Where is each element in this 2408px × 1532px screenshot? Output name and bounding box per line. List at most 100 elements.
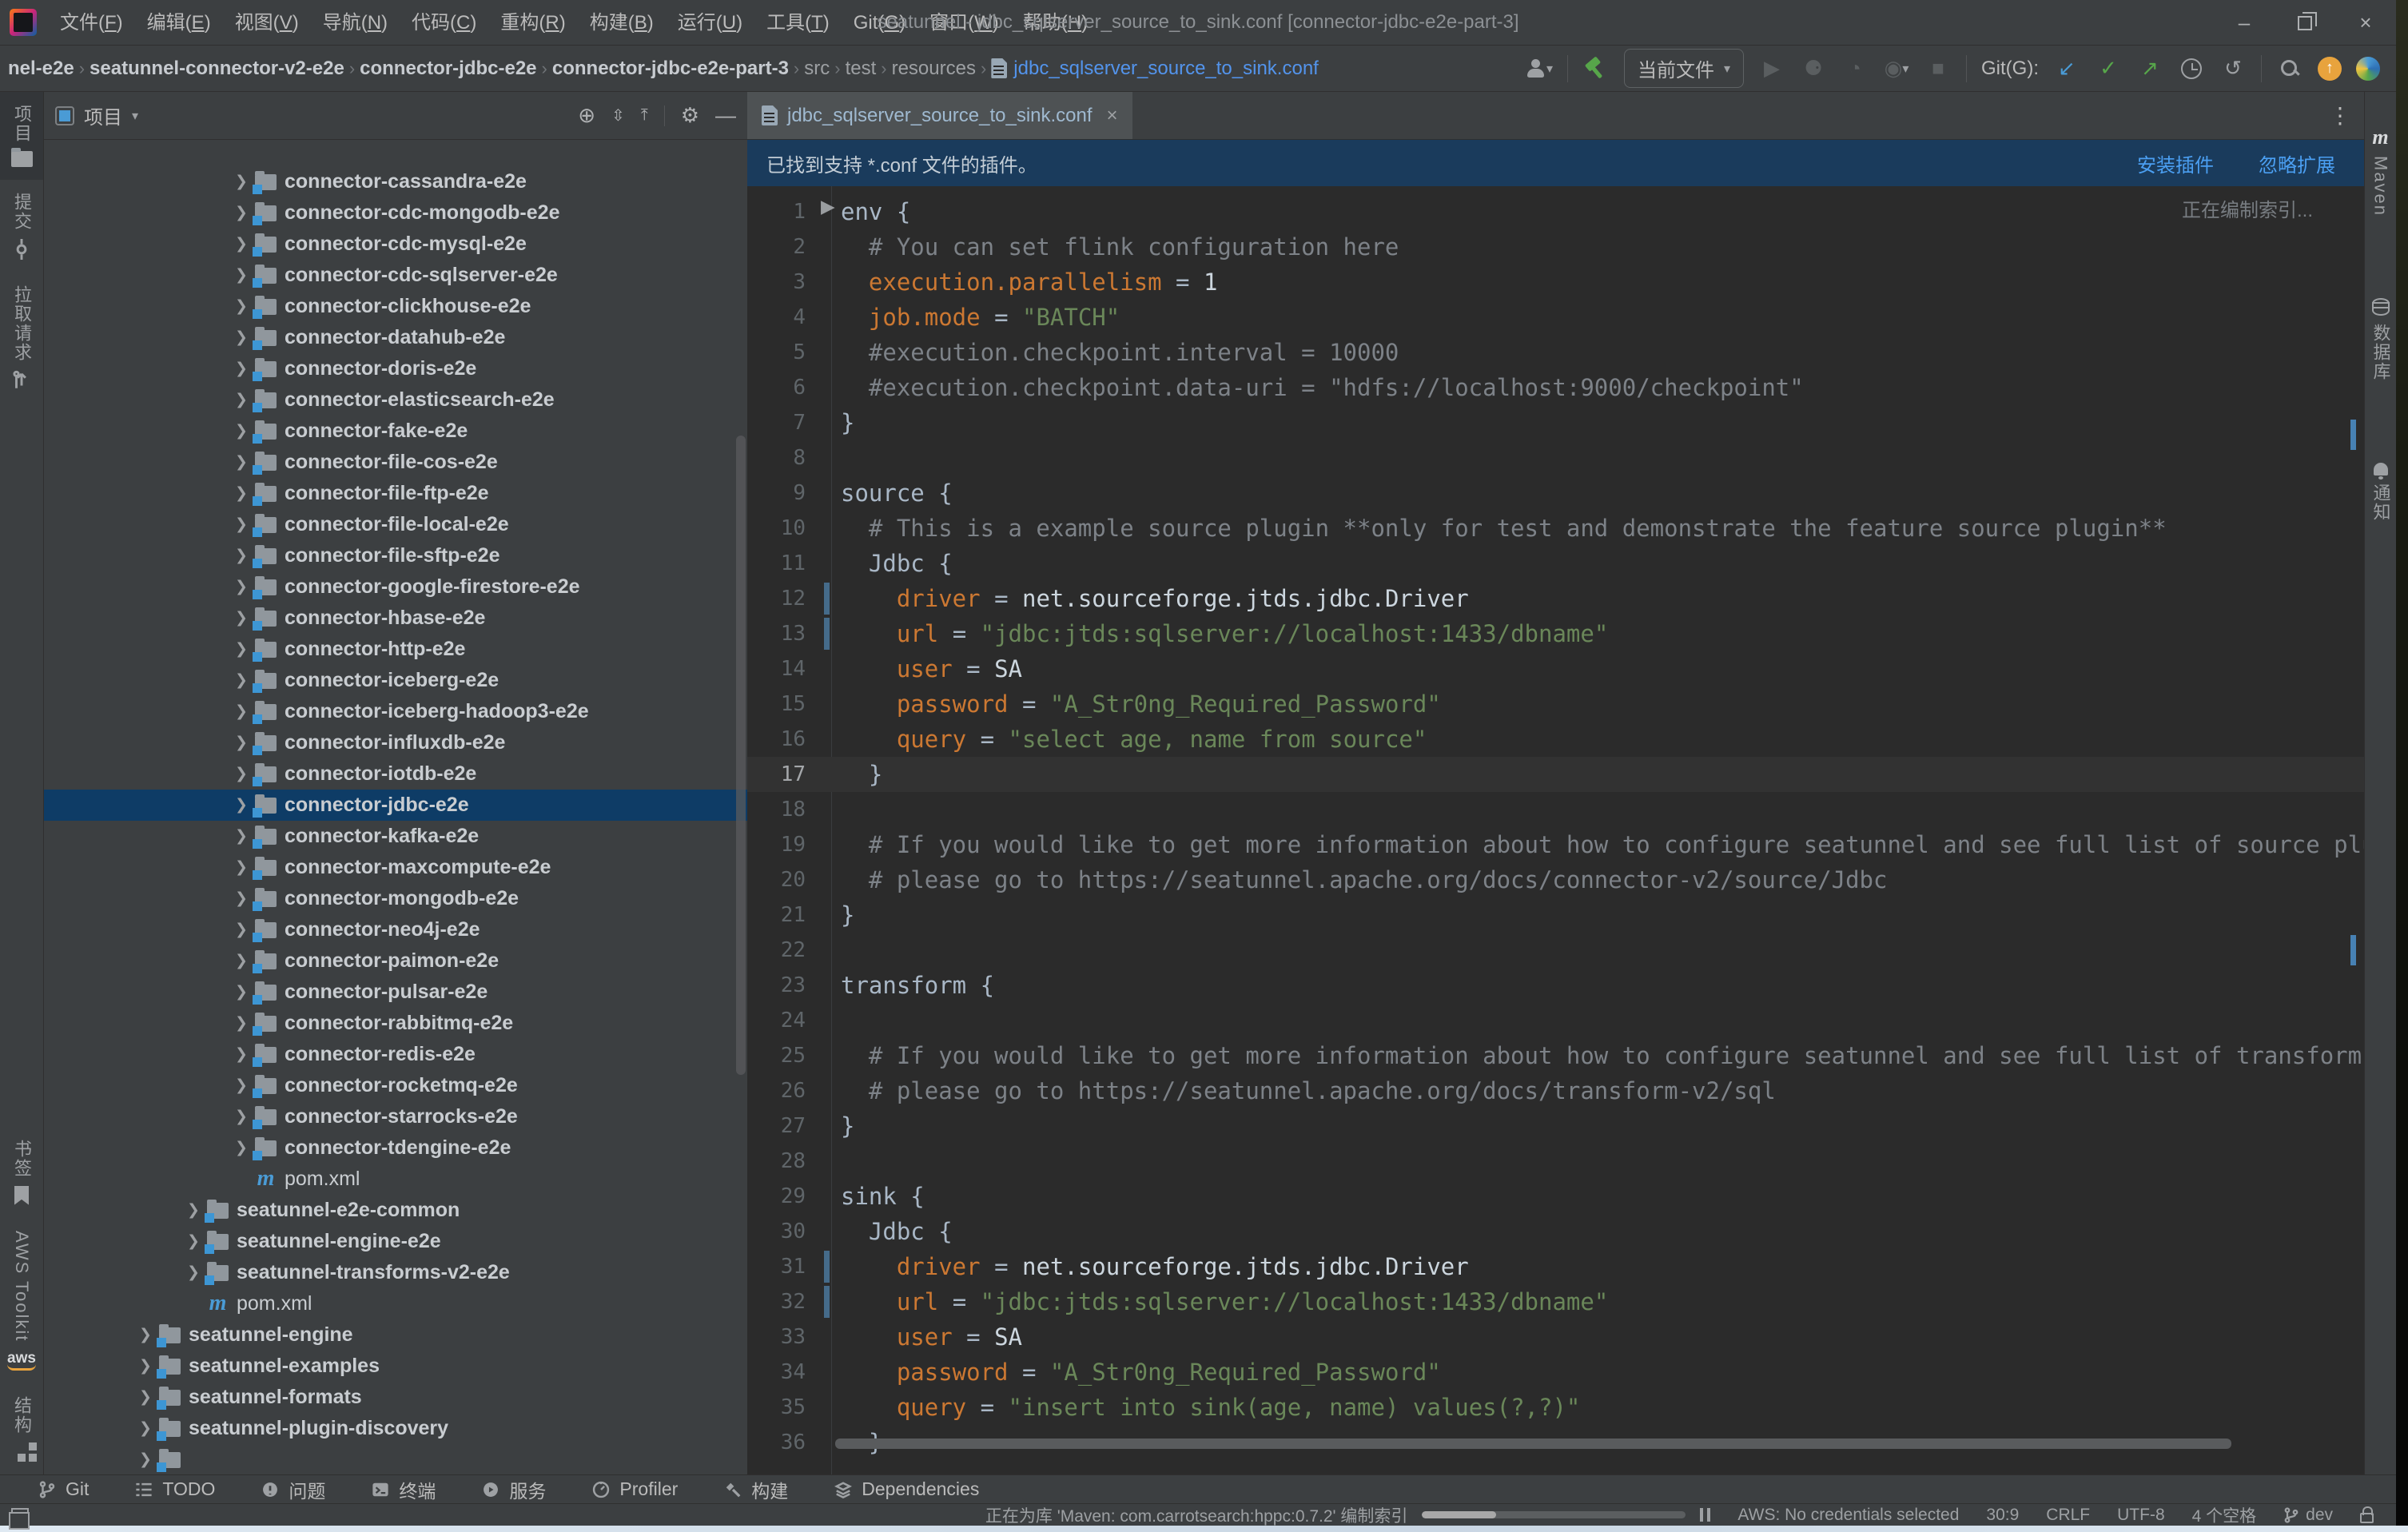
code-line-33[interactable]: 33 user = SA	[747, 1319, 2364, 1355]
line-separator[interactable]: CRLF	[2046, 1506, 2090, 1525]
chevron-right-icon[interactable]: ❯	[228, 640, 255, 659]
build-hammer-button[interactable]	[1582, 55, 1610, 82]
tree-item-connector-tdengine-e2e[interactable]: ❯connector-tdengine-e2e	[44, 1132, 747, 1164]
chevron-right-icon[interactable]: ❯	[228, 360, 255, 378]
chevron-right-icon[interactable]: ❯	[228, 1076, 255, 1095]
code-line-15[interactable]: 15 password = "A_Str0ng_Required_Passwor…	[747, 686, 2364, 722]
tool-stripe-button-maven-m[interactable]: mMaven	[2365, 116, 2396, 229]
tree-item-partial[interactable]: ❯	[44, 1444, 747, 1474]
tree-item-seatunnel-plugin-discovery[interactable]: ❯seatunnel-plugin-discovery	[44, 1413, 747, 1444]
tool-stripe-button-project-folder[interactable]: 项目	[0, 92, 43, 180]
toolwindow-button-profiler[interactable]: Profiler	[592, 1478, 678, 1500]
chevron-right-icon[interactable]: ❯	[228, 484, 255, 503]
chevron-right-icon[interactable]: ❯	[132, 1388, 159, 1407]
menu-item-f[interactable]: 文件(F)	[48, 0, 135, 46]
chevron-right-icon[interactable]: ❯	[228, 1014, 255, 1033]
code-line-2[interactable]: 2 # You can set flink configuration here	[747, 229, 2364, 265]
coverage-button[interactable]: ◉▾	[1883, 55, 1910, 82]
tree-item-connector-fake-e2e[interactable]: ❯connector-fake-e2e	[44, 416, 747, 447]
chevron-right-icon[interactable]: ❯	[132, 1419, 159, 1438]
chevron-right-icon[interactable]: ❯	[228, 1045, 255, 1064]
code-line-20[interactable]: 20 # please go to https://seatunnel.apac…	[747, 862, 2364, 897]
tree-item-connector-http-e2e[interactable]: ❯connector-http-e2e	[44, 634, 747, 665]
tab-options-icon[interactable]: ⋮	[2329, 102, 2364, 129]
tree-item-connector-pulsar-e2e[interactable]: ❯connector-pulsar-e2e	[44, 977, 747, 1008]
menu-item-v[interactable]: 视图(V)	[223, 0, 311, 46]
breadcrumb-item[interactable]: resources	[889, 58, 979, 80]
tool-stripe-button-database[interactable]: 数据库	[2365, 285, 2396, 394]
error-stripe-mark[interactable]	[2350, 420, 2356, 450]
code-line-4[interactable]: 4 job.mode = "BATCH"	[747, 300, 2364, 335]
chevron-right-icon[interactable]: ❯	[228, 422, 255, 440]
chevron-right-icon[interactable]: ❯	[228, 578, 255, 596]
tree-item-connector-iceberg-hadoop3-e2e[interactable]: ❯connector-iceberg-hadoop3-e2e	[44, 696, 747, 727]
chevron-right-icon[interactable]: ❯	[228, 952, 255, 970]
breadcrumb-item[interactable]: src	[801, 58, 833, 80]
error-stripe-mark[interactable]	[2350, 935, 2356, 965]
locate-file-button[interactable]: ⊕	[578, 103, 595, 128]
user-dropdown-button[interactable]: ▾	[1526, 55, 1553, 82]
chevron-right-icon[interactable]: ❯	[132, 1357, 159, 1375]
tree-item-seatunnel-examples[interactable]: ❯seatunnel-examples	[44, 1351, 747, 1382]
chevron-right-icon[interactable]: ❯	[228, 297, 255, 316]
tool-stripe-button-structure[interactable]: 结构	[0, 1383, 43, 1474]
chevron-right-icon[interactable]: ❯	[180, 1263, 207, 1282]
tree-item-connector-file-cos-e2e[interactable]: ❯connector-file-cos-e2e	[44, 447, 747, 478]
chevron-right-icon[interactable]: ❯	[180, 1232, 207, 1251]
close-tab-icon[interactable]: ×	[1102, 105, 1118, 127]
tree-item-seatunnel-formats[interactable]: ❯seatunnel-formats	[44, 1382, 747, 1413]
tree-item-connector-rocketmq-e2e[interactable]: ❯connector-rocketmq-e2e	[44, 1070, 747, 1101]
search-everywhere-button[interactable]	[2276, 55, 2303, 82]
chevron-right-icon[interactable]: ❯	[228, 609, 255, 627]
code-line-6[interactable]: 6 #execution.checkpoint.data-uri = "hdfs…	[747, 370, 2364, 405]
tree-item-connector-hbase-e2e[interactable]: ❯connector-hbase-e2e	[44, 603, 747, 634]
chevron-right-icon[interactable]: ❯	[228, 702, 255, 721]
tool-stripe-button-bookmark[interactable]: 书签	[0, 1127, 43, 1218]
tree-item-connector-datahub-e2e[interactable]: ❯connector-datahub-e2e	[44, 322, 747, 353]
tree-item-connector-file-sftp-e2e[interactable]: ❯connector-file-sftp-e2e	[44, 540, 747, 571]
tool-stripe-button-aws-logo[interactable]: AWS Toolkitaws	[0, 1218, 43, 1383]
code-line-13[interactable]: 13 url = "jdbc:jtds:sqlserver://localhos…	[747, 616, 2364, 651]
tree-item-connector-cdc-mongodb-e2e[interactable]: ❯connector-cdc-mongodb-e2e	[44, 197, 747, 229]
code-line-23[interactable]: 23transform {	[747, 968, 2364, 1003]
tree-item-connector-iceberg-e2e[interactable]: ❯connector-iceberg-e2e	[44, 665, 747, 696]
chevron-right-icon[interactable]: ❯	[228, 983, 255, 1001]
toolwindow-button-todo[interactable]: TODO	[135, 1478, 215, 1500]
tool-stripe-button-commit-node[interactable]: 提交	[0, 180, 43, 273]
git-update-button[interactable]: ↙	[2053, 55, 2080, 82]
toolwindow-button-终端[interactable]: 终端	[372, 1476, 436, 1503]
chevron-right-icon[interactable]: ❯	[228, 328, 255, 347]
git-branch-widget[interactable]: dev	[2283, 1506, 2333, 1525]
file-encoding[interactable]: UTF-8	[2117, 1506, 2165, 1525]
chevron-right-icon[interactable]: ❯	[228, 796, 255, 814]
tree-item-connector-elasticsearch-e2e[interactable]: ❯connector-elasticsearch-e2e	[44, 384, 747, 416]
breadcrumb-item[interactable]: nel-e2e	[5, 58, 78, 80]
install-plugins-link[interactable]: 安装插件	[2137, 149, 2214, 177]
chevron-right-icon[interactable]: ❯	[132, 1326, 159, 1344]
tree-item-connector-google-firestore-e2e[interactable]: ❯connector-google-firestore-e2e	[44, 571, 747, 603]
code-line-21[interactable]: 21}	[747, 897, 2364, 933]
tool-stripe-button-notifications-bell[interactable]: 通知	[2365, 450, 2396, 535]
editor-horizontal-scrollbar[interactable]	[835, 1438, 2260, 1449]
chevron-right-icon[interactable]: ❯	[228, 889, 255, 908]
chevron-right-icon[interactable]: ❯	[228, 266, 255, 285]
cursor-position[interactable]: 30:9	[1986, 1506, 2019, 1525]
minimize-button[interactable]: –	[2214, 0, 2275, 46]
tree-item-seatunnel-engine-e2e[interactable]: ❯seatunnel-engine-e2e	[44, 1226, 747, 1257]
breadcrumb-item[interactable]: jdbc_sqlserver_source_to_sink.conf	[988, 58, 1322, 80]
tree-item-connector-doris-e2e[interactable]: ❯connector-doris-e2e	[44, 353, 747, 384]
chevron-right-icon[interactable]: ❯	[228, 235, 255, 253]
chevron-right-icon[interactable]: ❯	[132, 1450, 159, 1469]
chevron-right-icon[interactable]: ❯	[228, 1108, 255, 1126]
breadcrumb-item[interactable]: connector-jdbc-e2e	[356, 58, 539, 80]
code-line-27[interactable]: 27}	[747, 1108, 2364, 1144]
tree-item-connector-neo4j-e2e[interactable]: ❯connector-neo4j-e2e	[44, 914, 747, 945]
code-line-18[interactable]: 18	[747, 792, 2364, 827]
tree-item-connector-rabbitmq-e2e[interactable]: ❯connector-rabbitmq-e2e	[44, 1008, 747, 1039]
toolwindow-button-问题[interactable]: 问题	[261, 1476, 325, 1503]
tree-item-connector-file-local-e2e[interactable]: ❯connector-file-local-e2e	[44, 509, 747, 540]
code-line-35[interactable]: 35 query = "insert into sink(age, name) …	[747, 1390, 2364, 1425]
chevron-right-icon[interactable]: ❯	[228, 204, 255, 222]
indent-config[interactable]: 4 个空格	[2192, 1503, 2257, 1527]
code-line-29[interactable]: 29sink {	[747, 1179, 2364, 1214]
